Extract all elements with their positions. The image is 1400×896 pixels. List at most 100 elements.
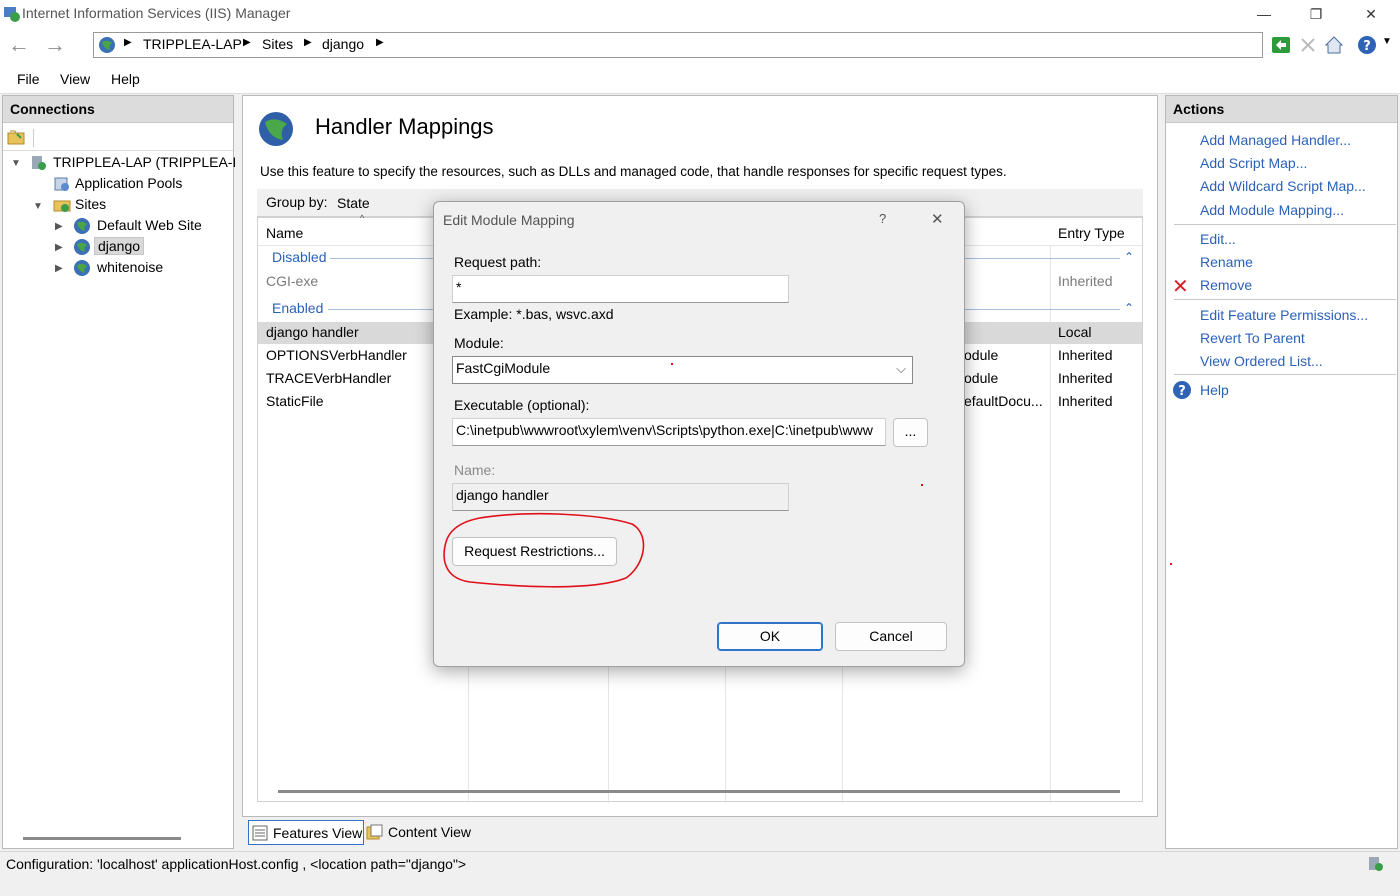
breadcrumb-django[interactable]: django bbox=[322, 36, 364, 52]
address-bar[interactable]: ▶ TRIPPLEA-LAP ▶ Sites ▶ django ▶ bbox=[93, 32, 1263, 58]
request-path-label: Request path: bbox=[454, 254, 542, 270]
help-dropdown-chevron-icon[interactable]: ▼ bbox=[1382, 36, 1392, 47]
module-select[interactable]: FastCgiModule ⌵ bbox=[452, 356, 913, 384]
red-annotation-circle-icon bbox=[443, 512, 645, 588]
cancel-button[interactable]: Cancel bbox=[835, 622, 947, 651]
breadcrumb-separator-icon: ▶ bbox=[124, 37, 132, 48]
column-header-entry-type[interactable]: Entry Type bbox=[1058, 225, 1125, 241]
dialog-title: Edit Module Mapping bbox=[443, 212, 575, 228]
status-text: Configuration: 'localhost' applicationHo… bbox=[6, 856, 467, 872]
action-edit[interactable]: Edit... bbox=[1200, 231, 1236, 247]
column-header-name[interactable]: Name bbox=[266, 225, 303, 241]
breadcrumb-separator-icon: ▶ bbox=[243, 37, 251, 48]
status-bar: Configuration: 'localhost' applicationHo… bbox=[0, 851, 1400, 876]
tab-features-label: Features View bbox=[273, 825, 363, 841]
feature-description: Use this feature to specify the resource… bbox=[260, 164, 1007, 179]
globe-icon bbox=[74, 260, 90, 276]
table-row-entry-type: Inherited bbox=[1058, 370, 1113, 386]
action-help[interactable]: Help bbox=[1200, 382, 1229, 398]
action-edit-feature-permissions[interactable]: Edit Feature Permissions... bbox=[1200, 307, 1368, 323]
chevron-down-icon: ⌵ bbox=[896, 361, 906, 376]
executable-input[interactable]: C:\inetpub\wwwroot\xylem\venv\Scripts\py… bbox=[452, 418, 886, 446]
remove-icon: ✕ bbox=[1172, 276, 1189, 298]
maximize-button[interactable]: ❐ bbox=[1306, 4, 1326, 24]
action-revert-to-parent[interactable]: Revert To Parent bbox=[1200, 330, 1305, 346]
menu-file[interactable]: File bbox=[17, 71, 40, 87]
stop-icon[interactable] bbox=[1297, 34, 1319, 56]
title-bar: Internet Information Services (IIS) Mana… bbox=[0, 0, 1400, 28]
close-window-button[interactable]: ✕ bbox=[1361, 4, 1381, 24]
horizontal-scrollbar[interactable] bbox=[278, 790, 1120, 793]
table-row-name[interactable]: CGI-exe bbox=[266, 273, 318, 289]
actions-panel: Actions Add Managed Handler... Add Scrip… bbox=[1165, 95, 1398, 849]
sites-folder-icon bbox=[53, 200, 71, 212]
group-header-disabled[interactable]: Disabled bbox=[272, 249, 326, 265]
forward-button[interactable]: → bbox=[40, 32, 70, 60]
minimize-button[interactable]: — bbox=[1254, 4, 1274, 24]
back-button[interactable]: ← bbox=[4, 32, 34, 60]
name-label: Name: bbox=[454, 462, 496, 478]
table-row-name[interactable]: StaticFile bbox=[266, 393, 324, 409]
globe-icon bbox=[74, 239, 90, 255]
connections-panel: Connections ▼ TRIPPLEA-LAP (TRIPPLEA-LAP… bbox=[2, 95, 235, 849]
action-view-ordered-list[interactable]: View Ordered List... bbox=[1200, 353, 1323, 369]
request-path-example: Example: *.bas, wsvc.axd bbox=[454, 306, 614, 322]
group-by-select[interactable]: State bbox=[337, 195, 370, 211]
table-row-name[interactable]: TRACEVerbHandler bbox=[266, 370, 391, 386]
tree-site-default[interactable]: Default Web Site bbox=[97, 217, 202, 233]
content-view-icon bbox=[366, 824, 383, 840]
window-title: Internet Information Services (IIS) Mana… bbox=[22, 5, 291, 21]
table-row-name[interactable]: OPTIONSVerbHandler bbox=[266, 347, 407, 363]
menu-bar: File View Help bbox=[0, 64, 1400, 94]
menu-help[interactable]: Help bbox=[111, 71, 140, 87]
home-icon[interactable] bbox=[1323, 34, 1345, 56]
request-path-input[interactable]: * bbox=[452, 275, 789, 303]
help-icon[interactable]: ? bbox=[1356, 34, 1378, 56]
collapse-group-icon[interactable]: ⌃ bbox=[1124, 301, 1134, 315]
module-select-value: FastCgiModule bbox=[456, 360, 551, 376]
collapse-chevron-icon[interactable]: ▼ bbox=[33, 201, 43, 212]
collapse-group-icon[interactable]: ⌃ bbox=[1124, 250, 1134, 264]
breadcrumb-sites[interactable]: Sites bbox=[262, 36, 293, 52]
table-row-entry-type: Inherited bbox=[1058, 273, 1113, 289]
group-by-label: Group by: bbox=[266, 194, 328, 210]
name-input[interactable]: django handler bbox=[452, 483, 789, 511]
ok-button[interactable]: OK bbox=[717, 622, 823, 651]
tree-application-pools[interactable]: Application Pools bbox=[75, 175, 182, 191]
group-header-enabled[interactable]: Enabled bbox=[272, 300, 323, 316]
horizontal-scrollbar[interactable] bbox=[23, 837, 181, 840]
dialog-help-button[interactable]: ? bbox=[879, 211, 886, 226]
sort-ascending-icon: ^ bbox=[360, 213, 365, 223]
menu-view[interactable]: View bbox=[60, 71, 90, 87]
tab-content-view[interactable]: Content View bbox=[366, 820, 482, 845]
refresh-icon[interactable] bbox=[1270, 34, 1292, 56]
action-rename[interactable]: Rename bbox=[1200, 254, 1253, 270]
breadcrumb-server[interactable]: TRIPPLEA-LAP bbox=[143, 36, 242, 52]
tree-sites[interactable]: Sites bbox=[75, 196, 106, 212]
action-remove[interactable]: Remove bbox=[1200, 277, 1252, 293]
dialog-close-button[interactable]: ✕ bbox=[931, 210, 944, 228]
collapse-chevron-icon[interactable]: ▼ bbox=[11, 158, 21, 169]
server-status-icon bbox=[1369, 857, 1383, 871]
tab-content-label: Content View bbox=[388, 824, 472, 840]
browse-button[interactable]: ... bbox=[893, 418, 928, 447]
action-add-wildcard-script-map[interactable]: Add Wildcard Script Map... bbox=[1200, 178, 1366, 194]
server-icon bbox=[32, 156, 46, 170]
app-pools-icon bbox=[54, 177, 69, 191]
expand-chevron-icon[interactable]: ▶ bbox=[55, 221, 63, 232]
table-row-path: efaultDocu... bbox=[964, 393, 1043, 409]
breadcrumb-separator-icon: ▶ bbox=[304, 37, 312, 48]
module-label: Module: bbox=[454, 335, 504, 351]
action-add-script-map[interactable]: Add Script Map... bbox=[1200, 155, 1307, 171]
create-connection-icon[interactable] bbox=[7, 129, 25, 145]
action-add-module-mapping[interactable]: Add Module Mapping... bbox=[1200, 202, 1344, 218]
tree-site-django[interactable]: django bbox=[94, 237, 145, 255]
tree-server[interactable]: TRIPPLEA-LAP (TRIPPLEA-LAP bbox=[53, 154, 235, 170]
tab-features-view[interactable]: Features View bbox=[248, 820, 364, 845]
tree-site-whitenoise[interactable]: whitenoise bbox=[97, 259, 163, 275]
action-add-managed-handler[interactable]: Add Managed Handler... bbox=[1200, 132, 1351, 148]
table-row-name[interactable]: django handler bbox=[266, 324, 359, 340]
expand-chevron-icon[interactable]: ▶ bbox=[55, 263, 63, 274]
expand-chevron-icon[interactable]: ▶ bbox=[55, 242, 63, 253]
help-glyph: ? bbox=[1363, 39, 1371, 54]
